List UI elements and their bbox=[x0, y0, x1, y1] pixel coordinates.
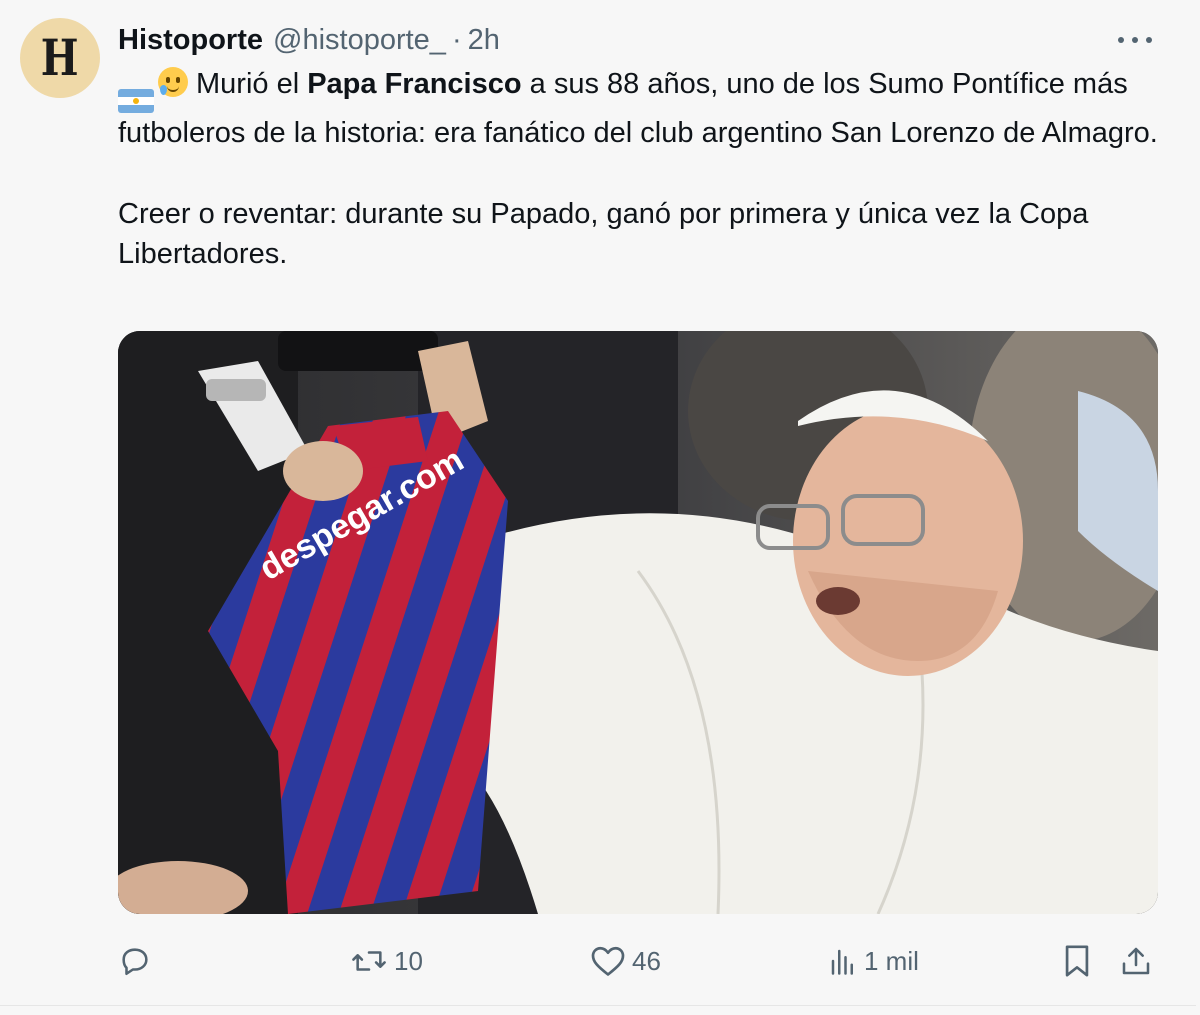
text-before-bold: Murió el bbox=[196, 68, 308, 100]
retweet-icon bbox=[352, 951, 386, 971]
retweet-count: 10 bbox=[394, 945, 423, 976]
tweet-text: Murió el Papa Francisco a sus 88 años, u… bbox=[118, 64, 1158, 275]
retweet-button[interactable]: 10 bbox=[350, 940, 423, 982]
like-count: 46 bbox=[632, 945, 661, 976]
pope-holding-jersey-photo: despegar.com bbox=[118, 331, 1158, 914]
bookmark-button[interactable] bbox=[1062, 940, 1092, 982]
share-icon bbox=[1122, 947, 1150, 975]
tweet-header: Histoporte @histoporte_ · 2h bbox=[118, 22, 500, 58]
timestamp[interactable]: 2h bbox=[468, 24, 500, 57]
author-handle[interactable]: @histoporte_ bbox=[273, 24, 446, 57]
tweet-photo[interactable]: despegar.com bbox=[118, 331, 1158, 914]
views-icon bbox=[831, 949, 853, 975]
views-button[interactable]: 1 mil bbox=[828, 940, 919, 982]
reply-icon bbox=[122, 948, 148, 976]
avatar[interactable]: H bbox=[20, 18, 100, 98]
views-count: 1 mil bbox=[864, 945, 919, 976]
author-name[interactable]: Histoporte bbox=[118, 24, 263, 57]
tweet-actions: 10 46 1 mil bbox=[118, 940, 1158, 982]
reply-button[interactable] bbox=[118, 940, 158, 982]
tweet-paragraph-1: Murió el Papa Francisco a sus 88 años, u… bbox=[118, 64, 1158, 154]
crying-face-icon bbox=[158, 67, 188, 97]
bookmark-icon bbox=[1065, 945, 1089, 977]
share-button[interactable] bbox=[1120, 940, 1152, 982]
text-bold-name: Papa Francisco bbox=[307, 68, 522, 100]
tweet-paragraph-2: Creer o reventar: durante su Papado, gan… bbox=[118, 197, 1089, 271]
more-options-icon[interactable] bbox=[1118, 30, 1152, 50]
heart-icon bbox=[591, 946, 625, 976]
separator-dot: · bbox=[451, 23, 462, 56]
tweet-card[interactable]: H Histoporte @histoporte_ · 2h Murió el … bbox=[0, 0, 1196, 1006]
argentina-flag-icon bbox=[118, 89, 154, 113]
avatar-letter: H bbox=[41, 28, 79, 87]
like-button[interactable]: 46 bbox=[590, 940, 661, 982]
